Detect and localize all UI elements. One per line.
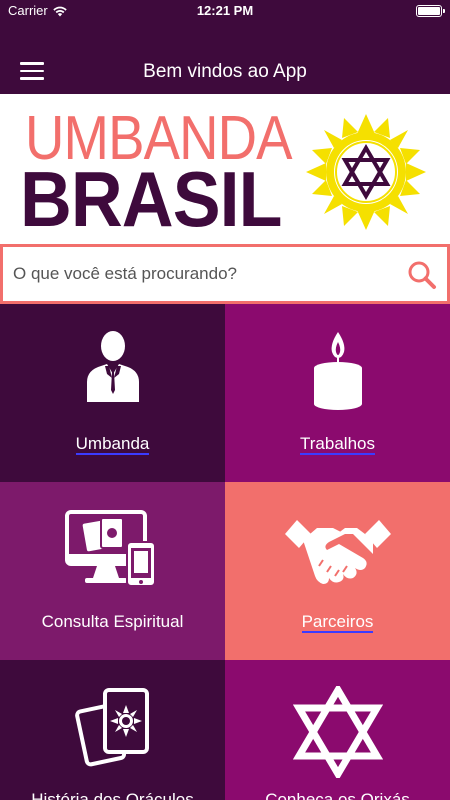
tile-label: Consulta Espiritual bbox=[41, 612, 184, 631]
candle-icon bbox=[313, 332, 362, 410]
status-bar: Carrier 12:21 PM bbox=[0, 0, 450, 22]
search-box bbox=[3, 247, 447, 301]
tile-parceiros[interactable]: Parceiros bbox=[225, 482, 450, 660]
tile-consulta-espiritual[interactable]: Consulta Espiritual bbox=[0, 482, 225, 660]
clock: 12:21 PM bbox=[196, 3, 254, 18]
logo-text-brasil: BRASIL bbox=[20, 155, 283, 243]
tile-conheca-os-orixas[interactable]: Conheça os Orixás bbox=[225, 660, 450, 800]
nav-bar: Bem vindos ao App bbox=[0, 22, 450, 94]
man-in-suit-icon bbox=[86, 331, 139, 402]
star-of-david-sun-icon bbox=[306, 114, 426, 230]
tile-label: Parceiros bbox=[301, 612, 374, 633]
tile-label: História dos Oráculos bbox=[31, 790, 194, 800]
star-of-david-icon bbox=[292, 686, 383, 778]
menu-grid: Umbanda Trabalhos Consulta Espiritual Pa… bbox=[0, 304, 450, 800]
search-icon[interactable] bbox=[407, 260, 437, 290]
tile-trabalhos[interactable]: Trabalhos bbox=[225, 304, 450, 482]
tile-historia-dos-oraculos[interactable]: História dos Oráculos bbox=[0, 660, 225, 800]
search-bar bbox=[0, 244, 450, 304]
tile-label: Trabalhos bbox=[300, 434, 375, 455]
tile-label: Conheça os Orixás bbox=[265, 790, 410, 800]
handshake-icon bbox=[284, 520, 391, 584]
nav-title: Bem vindos ao App bbox=[143, 61, 307, 82]
tile-umbanda[interactable]: Umbanda bbox=[0, 304, 225, 482]
battery-icon bbox=[416, 5, 445, 17]
computer-tarot-cards-icon bbox=[64, 510, 156, 587]
tarot-cards-icon bbox=[74, 688, 149, 767]
search-input[interactable] bbox=[13, 247, 403, 301]
logo-banner: UMBANDA BRASIL bbox=[0, 94, 450, 244]
tile-label: Umbanda bbox=[75, 434, 150, 455]
